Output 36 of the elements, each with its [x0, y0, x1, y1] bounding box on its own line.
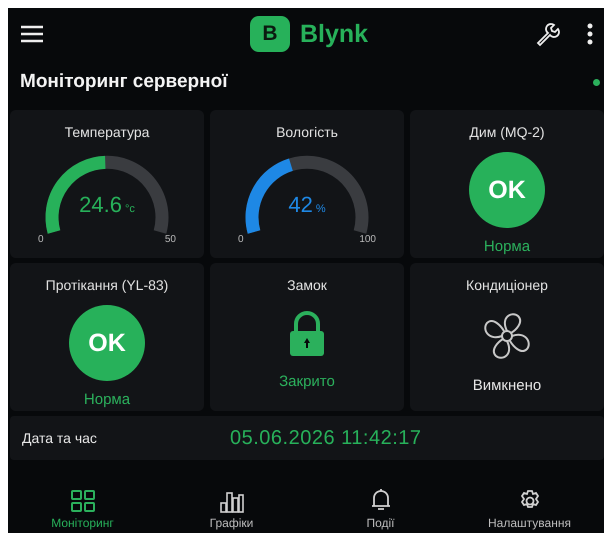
dashboard-title: Моніторинг серверної	[20, 71, 228, 93]
nav-tab[interactable]: Моніторинг	[8, 460, 157, 533]
fan-icon	[482, 311, 532, 361]
widget-title: Протікання (YL-83)	[46, 277, 168, 293]
status-text: Вимкнено	[472, 377, 542, 394]
wrench-icon[interactable]	[534, 21, 560, 47]
status-text: Норма	[84, 391, 130, 408]
nav-tab[interactable]: Події	[306, 460, 455, 533]
nav-tab[interactable]: Налаштування	[455, 460, 604, 533]
widget-title: Кондиціонер	[466, 277, 548, 293]
widget-title: Температура	[64, 124, 150, 140]
gauge-min: 0	[38, 234, 44, 245]
datetime-label: Дата та час	[22, 430, 98, 446]
status-text: Закрито	[279, 373, 335, 390]
bar-chart-icon	[218, 489, 244, 513]
grid-icon	[70, 489, 96, 513]
gauge-max: 100	[359, 234, 376, 245]
nav-tab[interactable]: Графіки	[157, 460, 306, 533]
ok-badge: OK	[469, 152, 545, 228]
gauge-value: 42	[288, 192, 313, 217]
widget-title: Вологість	[276, 124, 338, 140]
widget-title: Замок	[287, 277, 327, 293]
more-icon[interactable]	[586, 22, 594, 46]
gauge-unit: %	[316, 203, 326, 215]
gauge-min: 0	[238, 234, 244, 245]
status-text: Норма	[484, 238, 530, 255]
brand-name: Blynk	[300, 20, 368, 48]
gauge-unit: °c	[124, 203, 135, 215]
logo-badge: B	[250, 16, 290, 52]
widget-title: Дим (MQ-2)	[469, 124, 545, 140]
menu-icon[interactable]	[20, 24, 44, 44]
datetime-value: 05.06.2026 11:42:17	[230, 426, 422, 450]
padlock-icon	[287, 311, 327, 357]
gauge-max: 50	[164, 234, 176, 245]
ok-badge: OK	[69, 305, 145, 381]
gauge-value: 24.6	[79, 192, 122, 217]
